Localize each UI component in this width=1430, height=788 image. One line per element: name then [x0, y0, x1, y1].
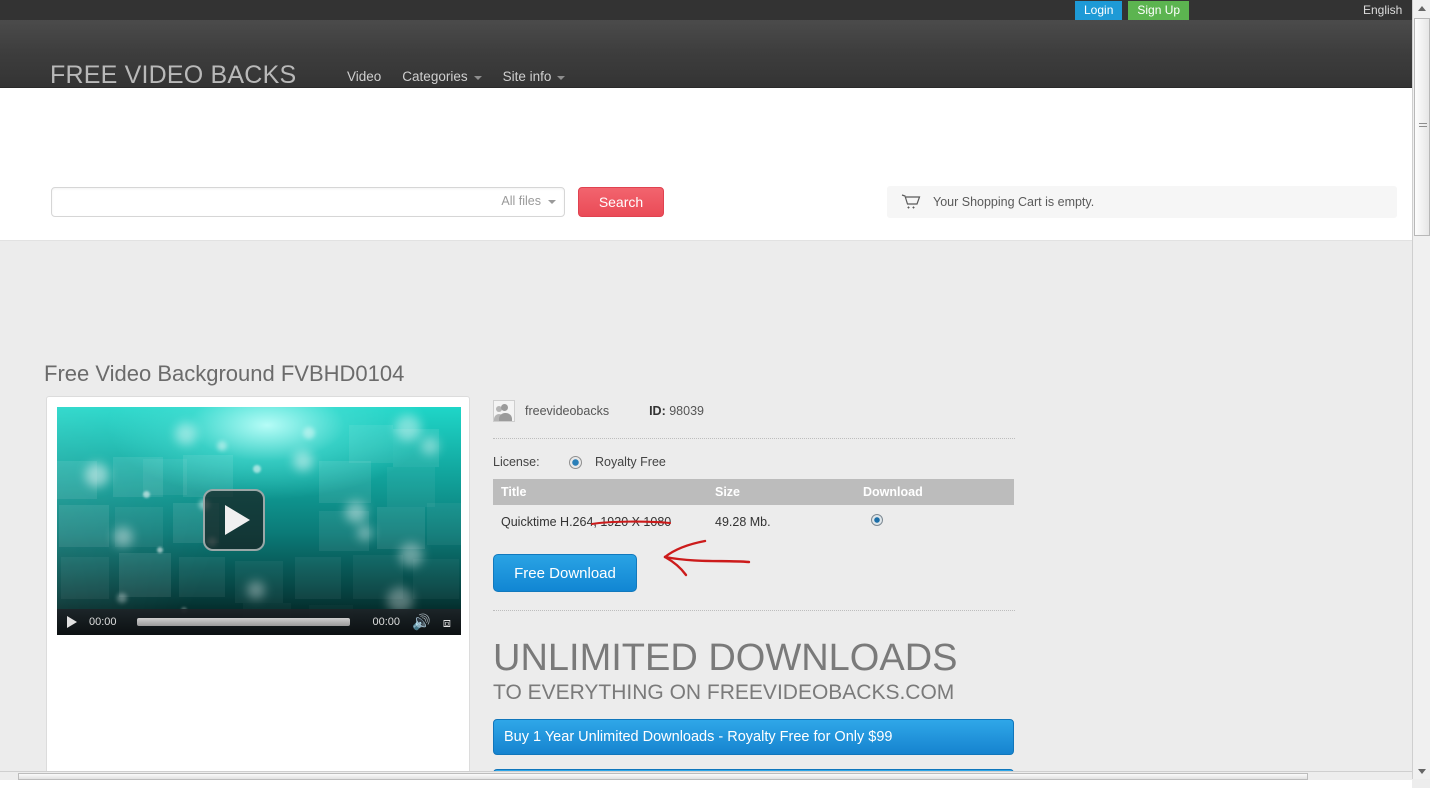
file-type-label: All files [501, 194, 541, 208]
browser-window: Login Sign Up English FREE VIDEO BACKS V… [0, 0, 1430, 788]
uploader-name[interactable]: freevideobacks [525, 404, 609, 418]
vertical-scrollbar[interactable] [1412, 0, 1430, 780]
site-header: FREE VIDEO BACKS Video Categories Site i… [0, 20, 1412, 90]
file-title: Quicktime H.264, 1920 X 1080 [501, 514, 672, 529]
shopping-cart-icon [901, 194, 921, 210]
nav-label-categories: Categories [402, 69, 468, 84]
free-download-button[interactable]: Free Download [493, 554, 637, 592]
scroll-up-button[interactable] [1413, 0, 1430, 17]
video-player[interactable]: 00:00 00:00 🔊 ⧈ [57, 407, 461, 635]
chevron-down-icon [473, 75, 482, 80]
total-time: 00:00 [372, 616, 401, 628]
shopping-cart-bar[interactable]: Your Shopping Cart is empty. [887, 186, 1397, 218]
download-radio[interactable] [871, 514, 883, 526]
fullscreen-icon[interactable]: ⧈ [443, 616, 451, 629]
asset-id-label: ID: [649, 404, 666, 418]
chevron-down-icon [548, 200, 556, 204]
file-type-dropdown[interactable]: All files [501, 194, 556, 208]
play-control-icon[interactable] [67, 616, 77, 628]
search-button[interactable]: Search [578, 187, 664, 217]
auth-buttons: Login Sign Up [1075, 1, 1190, 21]
cart-status-text: Your Shopping Cart is empty. [933, 195, 1095, 209]
nav-item-site-info[interactable]: Site info [503, 69, 566, 84]
page-title: Free Video Background FVBHD0104 [44, 361, 405, 386]
file-size: 49.28 Mb. [715, 514, 771, 529]
volume-icon[interactable]: 🔊 [412, 615, 431, 630]
play-button-overlay[interactable] [203, 489, 265, 551]
search-strip: All files Search Your Shopping Cart is e… [0, 88, 1412, 240]
search-box[interactable]: All files [51, 187, 565, 217]
chevron-up-icon [1418, 6, 1426, 11]
file-download-cell [855, 505, 1014, 538]
site-logo[interactable]: FREE VIDEO BACKS [50, 61, 296, 90]
seek-slider[interactable] [137, 618, 351, 626]
signup-button[interactable]: Sign Up [1128, 1, 1190, 21]
nav-label-video: Video [347, 69, 382, 84]
language-selector[interactable]: English [1363, 3, 1402, 17]
search-input[interactable] [52, 188, 472, 216]
files-table: Title Size Download Quicktime H.264, 192… [493, 479, 1014, 538]
column-header-download: Download [855, 479, 1014, 505]
current-time: 00:00 [89, 616, 117, 628]
column-header-size: Size [707, 479, 855, 505]
login-button[interactable]: Login [1075, 1, 1123, 21]
page-body: Free Video Background FVBHD0104 00:00 00… [0, 240, 1412, 780]
scroll-down-button[interactable] [1413, 763, 1430, 780]
scrollbar-corner [1412, 779, 1430, 788]
table-row: Quicktime H.264, 1920 X 1080 49.28 Mb. [493, 505, 1014, 538]
asset-id: ID: 98039 [649, 404, 704, 418]
promo-subheading: TO EVERYTHING ON FREEVIDEOBACKS.COM [493, 681, 955, 704]
nav-item-categories[interactable]: Categories [402, 69, 482, 84]
nav-label-site-info: Site info [502, 69, 552, 84]
license-label: License: [493, 455, 540, 469]
uploader-info: freevideobacks ID: 98039 [493, 396, 1015, 426]
chevron-down-icon [557, 75, 566, 80]
vertical-scrollbar-thumb[interactable] [1414, 18, 1430, 236]
column-header-title: Title [493, 479, 707, 505]
play-button-icon [224, 505, 250, 535]
asset-id-value: 98039 [669, 404, 704, 418]
nav-item-video[interactable]: Video [347, 69, 381, 84]
scrollbar-grip-icon [1419, 123, 1427, 129]
buy-royalty-free-button[interactable]: Buy 1 Year Unlimited Downloads - Royalty… [493, 719, 1014, 755]
user-avatar-icon [493, 400, 515, 422]
detail-column: freevideobacks ID: 98039 License: Royalt… [493, 396, 1015, 780]
horizontal-scrollbar-thumb[interactable] [18, 773, 1308, 780]
promo-heading: UNLIMITED DOWNLOADS [493, 637, 958, 679]
main-navigation: Video Categories Site info [347, 69, 566, 84]
page-viewport: Login Sign Up English FREE VIDEO BACKS V… [0, 0, 1412, 780]
divider [493, 438, 1015, 439]
chevron-down-icon [1418, 769, 1426, 774]
table-header-row: Title Size Download [493, 479, 1014, 505]
divider [493, 610, 1015, 611]
license-option-label: Royalty Free [595, 455, 666, 469]
video-card: 00:00 00:00 🔊 ⧈ [46, 396, 470, 780]
license-radio-royalty-free[interactable] [569, 455, 582, 469]
top-utility-bar: Login Sign Up English [0, 0, 1412, 21]
video-controls-bar: 00:00 00:00 🔊 ⧈ [57, 609, 461, 635]
horizontal-scrollbar[interactable] [0, 771, 1412, 780]
license-row: License: Royalty Free [493, 445, 1015, 479]
